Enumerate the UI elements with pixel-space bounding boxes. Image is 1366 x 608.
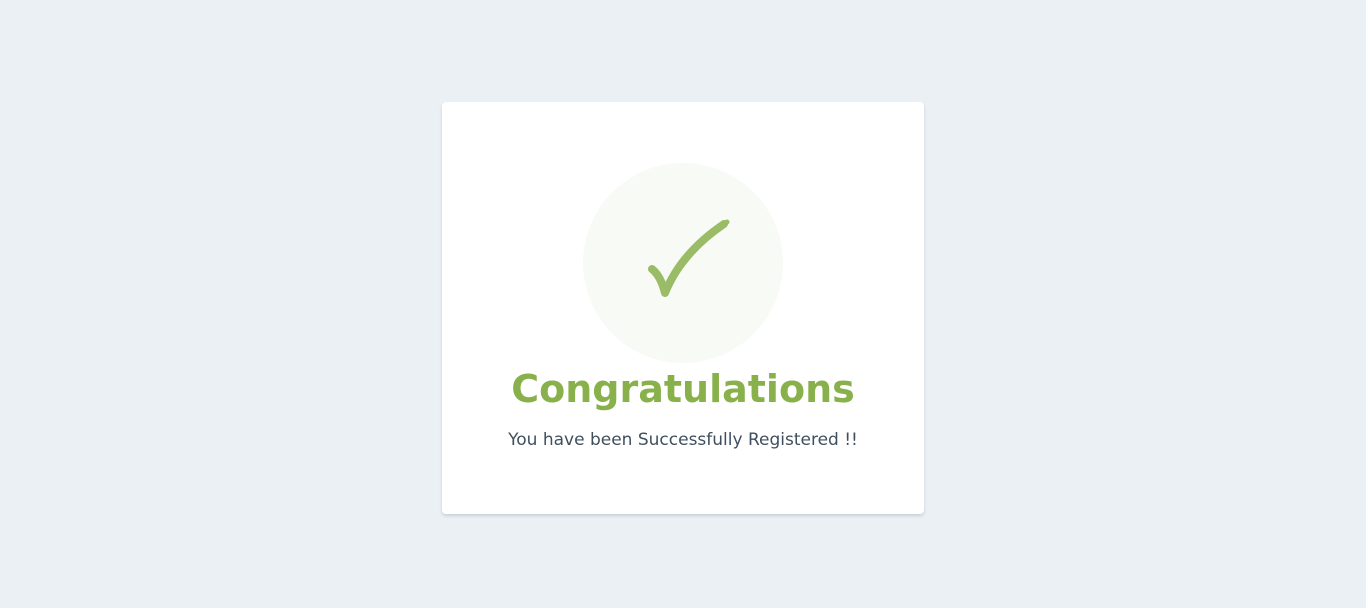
success-message: You have been Successfully Registered !!: [508, 430, 858, 450]
success-title: Congratulations: [511, 367, 855, 411]
success-card: Congratulations You have been Successful…: [442, 102, 924, 514]
page-background: Congratulations You have been Successful…: [0, 0, 1366, 608]
success-icon-circle: [583, 163, 783, 363]
checkmark-icon: [648, 219, 730, 297]
